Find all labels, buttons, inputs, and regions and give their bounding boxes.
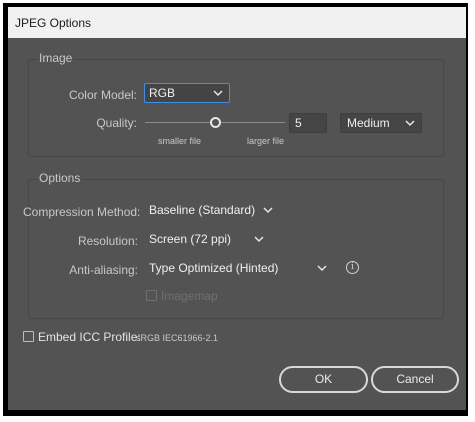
smaller-file-label: smaller file (158, 136, 202, 146)
image-group-title: Image (37, 51, 75, 65)
window-title: JPEG Options (15, 16, 92, 30)
resolution-value: Screen (72 ppi) (149, 232, 232, 246)
resolution-label: Resolution: (77, 234, 138, 248)
quality-label: Quality: (96, 116, 137, 130)
ok-button[interactable]: OK (279, 366, 368, 393)
chevron-down-icon (263, 207, 273, 214)
info-icon[interactable]: i (346, 261, 359, 274)
anti-aliasing-select[interactable]: Type Optimized (Hinted) (144, 258, 334, 278)
larger-file-label: larger file (247, 136, 285, 146)
embed-icc-label: Embed ICC Profile: (38, 330, 141, 344)
icc-profile-name: sRGB IEC61966-2.1 (136, 333, 219, 343)
compression-method-label: Compression Method: (23, 205, 141, 219)
embed-icc-checkbox[interactable] (23, 331, 34, 342)
jpeg-options-dialog: JPEG Options Image Color Model: RGB Qual… (8, 7, 466, 410)
compression-method-select[interactable]: Baseline (Standard) (144, 200, 280, 220)
quality-input[interactable]: 5 (289, 113, 327, 133)
color-model-select[interactable]: RGB (144, 83, 230, 103)
chevron-down-icon (254, 236, 264, 243)
quality-preset-value: Medium (347, 116, 390, 130)
compression-method-value: Baseline (Standard) (149, 203, 256, 217)
color-model-value: RGB (149, 86, 176, 100)
cancel-button[interactable]: Cancel (371, 366, 459, 393)
quality-value: 5 (295, 116, 302, 130)
color-model-label: Color Model: (68, 88, 137, 102)
anti-aliasing-value: Type Optimized (Hinted) (149, 261, 279, 275)
image-group: Image (28, 51, 444, 157)
quality-preset-select[interactable]: Medium (340, 113, 422, 133)
quality-slider-knob[interactable] (209, 117, 221, 128)
title-bar: JPEG Options (8, 7, 466, 38)
options-group-title: Options (37, 171, 83, 185)
resolution-select[interactable]: Screen (72 ppi) (144, 229, 271, 249)
chevron-down-icon (405, 120, 415, 127)
chevron-down-icon (317, 265, 327, 272)
imagemap-checkbox[interactable] (146, 290, 157, 301)
anti-aliasing-label: Anti-aliasing: (69, 263, 138, 277)
chevron-down-icon (213, 90, 223, 97)
imagemap-label: Imagemap (161, 289, 218, 303)
